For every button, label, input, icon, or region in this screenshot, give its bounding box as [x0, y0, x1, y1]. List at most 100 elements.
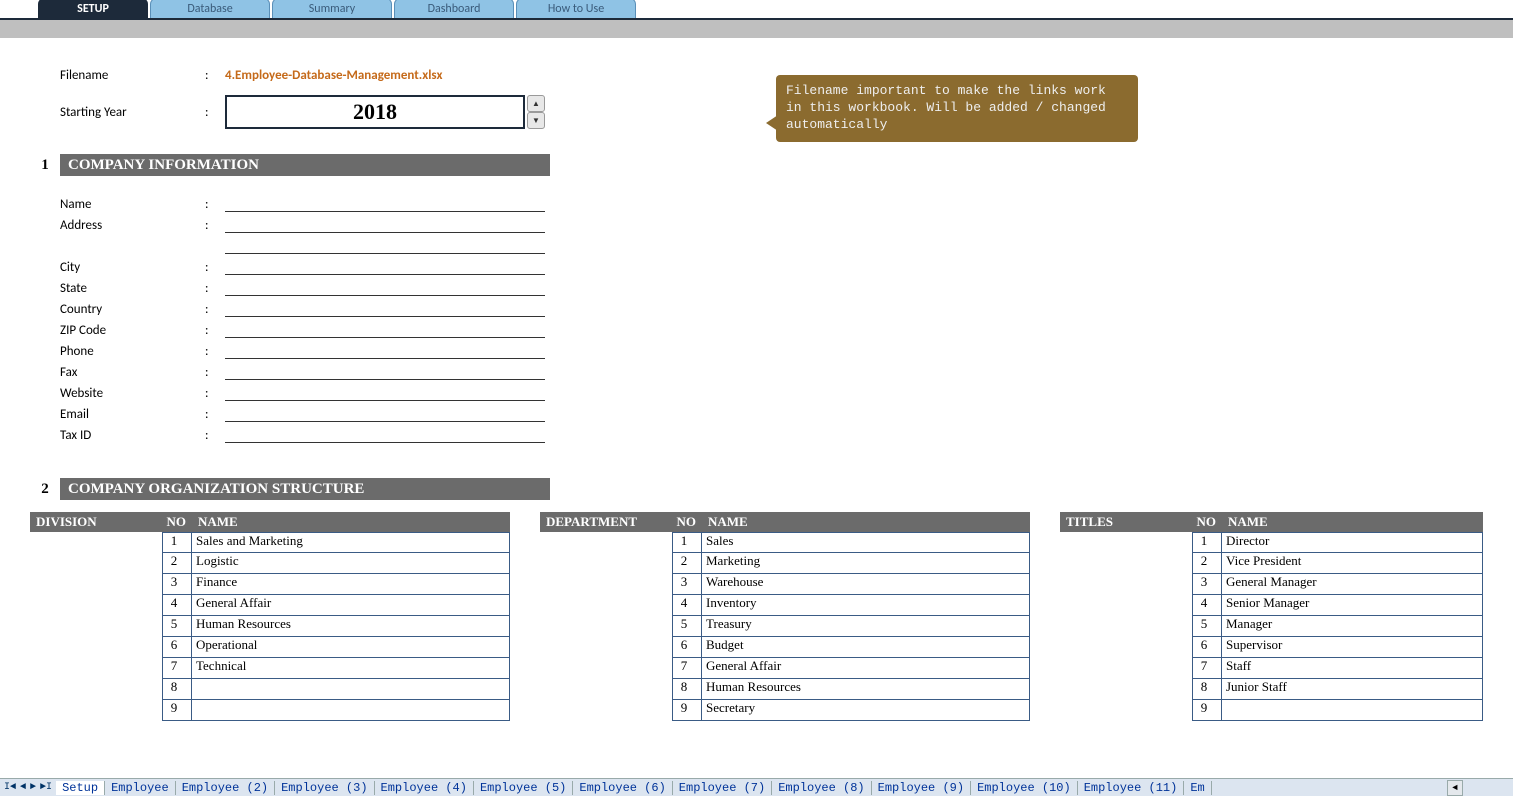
page-tab-how-to-use[interactable]: How to Use [516, 0, 636, 18]
table-col-no: NO [162, 514, 192, 530]
table-cell-no[interactable]: 7 [672, 658, 702, 679]
table-cell-no[interactable]: 2 [162, 553, 192, 574]
sheet-tab-employee[interactable]: Employee [105, 781, 176, 795]
sheet-nav-next-icon[interactable]: ► [28, 782, 38, 793]
company-field-input[interactable] [225, 343, 545, 359]
table-row: 9 [30, 700, 510, 721]
table-cell-no[interactable]: 8 [672, 679, 702, 700]
table-cell-name[interactable]: Secretary [702, 700, 1030, 721]
company-field-input[interactable] [225, 259, 545, 275]
table-cell-no[interactable]: 5 [162, 616, 192, 637]
table-cell-name[interactable]: Inventory [702, 595, 1030, 616]
table-cell-no[interactable]: 5 [1192, 616, 1222, 637]
table-cell-no[interactable]: 9 [162, 700, 192, 721]
table-cell-no[interactable]: 2 [672, 553, 702, 574]
company-field-input[interactable] [225, 301, 545, 317]
company-field-input[interactable] [225, 322, 545, 338]
table-cell-no[interactable]: 3 [162, 574, 192, 595]
table-cell-no[interactable]: 6 [162, 637, 192, 658]
table-cell-name[interactable]: Senior Manager [1222, 595, 1483, 616]
sheet-scroll-left-icon[interactable]: ◄ [1447, 780, 1463, 796]
table-cell-name[interactable]: Warehouse [702, 574, 1030, 595]
table-cell-name[interactable] [1222, 700, 1483, 721]
sheet-tab-employee-9-[interactable]: Employee (9) [872, 781, 971, 795]
sheet-tab-employee-11-[interactable]: Employee (11) [1078, 781, 1185, 795]
table-cell-name[interactable]: Budget [702, 637, 1030, 658]
table-cell-no[interactable]: 1 [672, 532, 702, 553]
table-cell-name[interactable]: Director [1222, 532, 1483, 553]
spinner-down-button[interactable]: ▼ [527, 112, 545, 129]
table-cell-no[interactable]: 4 [1192, 595, 1222, 616]
company-field-input[interactable] [225, 280, 545, 296]
table-cell-name[interactable] [192, 679, 510, 700]
table-cell-no[interactable]: 8 [1192, 679, 1222, 700]
table-cell-no[interactable]: 2 [1192, 553, 1222, 574]
table-cell-no[interactable]: 7 [162, 658, 192, 679]
table-cell-no[interactable]: 3 [672, 574, 702, 595]
table-cell-name[interactable]: General Manager [1222, 574, 1483, 595]
sheet-tab-em[interactable]: Em [1184, 781, 1211, 795]
table-cell-name[interactable]: Human Resources [192, 616, 510, 637]
table-cell-no[interactable]: 4 [672, 595, 702, 616]
company-field-input[interactable] [225, 364, 545, 380]
table-cell-name[interactable]: General Affair [192, 595, 510, 616]
table-cell-name[interactable]: Marketing [702, 553, 1030, 574]
table-cell-name[interactable]: Finance [192, 574, 510, 595]
table-cell-no[interactable]: 7 [1192, 658, 1222, 679]
table-cell-name[interactable]: Treasury [702, 616, 1030, 637]
starting-year-label: Starting Year [60, 105, 205, 120]
company-field-input[interactable] [225, 385, 545, 401]
company-field-input[interactable] [225, 196, 545, 212]
table-cell-name[interactable]: General Affair [702, 658, 1030, 679]
colon: : [205, 428, 225, 443]
table-col-category: TITLES [1060, 514, 1192, 530]
table-cell-name[interactable]: Staff [1222, 658, 1483, 679]
company-field-label: City [60, 260, 205, 275]
page-tab-setup[interactable]: SETUP [38, 0, 148, 18]
page-tab-summary[interactable]: Summary [272, 0, 392, 18]
sheet-nav-first-icon[interactable]: I◄ [2, 782, 18, 793]
company-field-input[interactable] [225, 238, 545, 254]
table-cell-no[interactable]: 9 [1192, 700, 1222, 721]
sheet-nav-buttons: I◄ ◄ ► ►I [0, 782, 56, 793]
table-cell-no[interactable]: 6 [672, 637, 702, 658]
table-cell-no[interactable]: 9 [672, 700, 702, 721]
sheet-tab-employee-10-[interactable]: Employee (10) [971, 781, 1078, 795]
sheet-nav-last-icon[interactable]: ►I [38, 782, 54, 793]
table-cell-name[interactable]: Logistic [192, 553, 510, 574]
sheet-tab-employee-2-[interactable]: Employee (2) [176, 781, 275, 795]
company-field-input[interactable] [225, 406, 545, 422]
sheet-nav-prev-icon[interactable]: ◄ [18, 782, 28, 793]
sheet-tab-employee-5-[interactable]: Employee (5) [474, 781, 573, 795]
table-cell-no[interactable]: 3 [1192, 574, 1222, 595]
table-cell-no[interactable]: 6 [1192, 637, 1222, 658]
table-cell-no[interactable]: 1 [1192, 532, 1222, 553]
table-cell-no[interactable]: 1 [162, 532, 192, 553]
section-title: COMPANY ORGANIZATION STRUCTURE [60, 481, 364, 498]
sheet-tab-employee-7-[interactable]: Employee (7) [673, 781, 772, 795]
table-cell-no[interactable]: 5 [672, 616, 702, 637]
sheet-tab-employee-4-[interactable]: Employee (4) [375, 781, 474, 795]
table-cell-no[interactable]: 8 [162, 679, 192, 700]
table-cell-name[interactable]: Supervisor [1222, 637, 1483, 658]
page-tab-database[interactable]: Database [150, 0, 270, 18]
sheet-tab-employee-8-[interactable]: Employee (8) [772, 781, 871, 795]
company-field-input[interactable] [225, 427, 545, 443]
table-cell-name[interactable] [192, 700, 510, 721]
table-cell-name[interactable]: Manager [1222, 616, 1483, 637]
table-cell-name[interactable]: Human Resources [702, 679, 1030, 700]
table-cell-name[interactable]: Operational [192, 637, 510, 658]
page-tab-dashboard[interactable]: Dashboard [394, 0, 514, 18]
table-cell-name[interactable]: Technical [192, 658, 510, 679]
table-cell-no[interactable]: 4 [162, 595, 192, 616]
table-cell-name[interactable]: Vice President [1222, 553, 1483, 574]
spinner-up-button[interactable]: ▲ [527, 95, 545, 112]
sheet-tab-setup[interactable]: Setup [56, 781, 105, 795]
sheet-tab-employee-6-[interactable]: Employee (6) [573, 781, 672, 795]
starting-year-value[interactable]: 2018 [225, 95, 525, 129]
table-cell-name[interactable]: Sales and Marketing [192, 532, 510, 553]
table-cell-name[interactable]: Sales [702, 532, 1030, 553]
company-field-input[interactable] [225, 217, 545, 233]
sheet-tab-employee-3-[interactable]: Employee (3) [275, 781, 374, 795]
table-cell-name[interactable]: Junior Staff [1222, 679, 1483, 700]
